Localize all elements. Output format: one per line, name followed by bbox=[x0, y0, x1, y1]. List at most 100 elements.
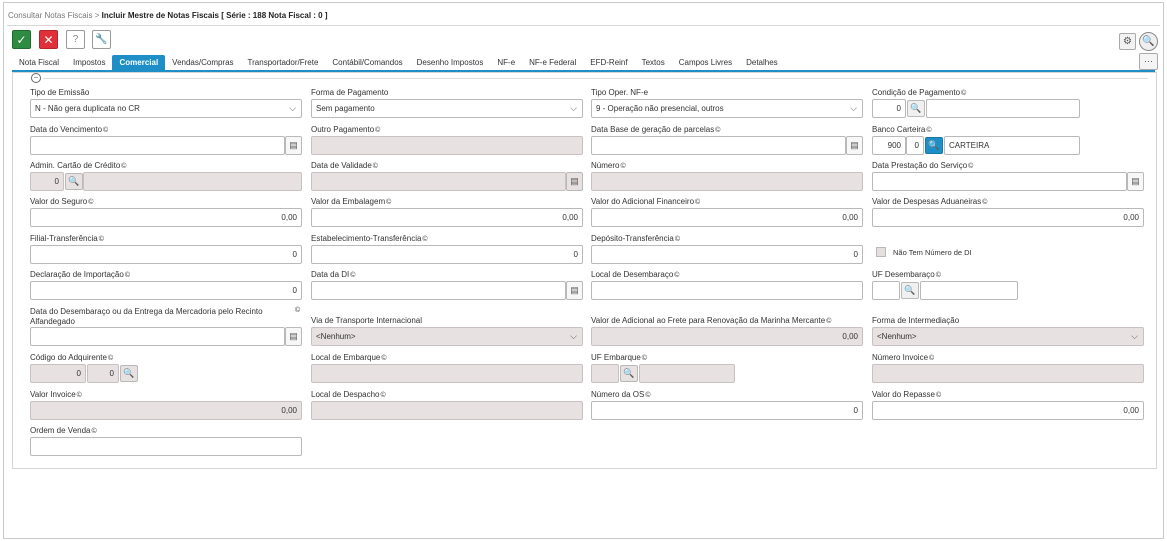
tab-desenho-impostos[interactable]: Desenho Impostos bbox=[410, 55, 491, 70]
confirm-button[interactable]: ✓ bbox=[12, 30, 31, 49]
more-options-button[interactable]: ⋯ bbox=[1139, 53, 1158, 70]
copy-icon[interactable]: © bbox=[926, 127, 931, 134]
condicao-pagamento-search-button[interactable]: 🔍 bbox=[907, 100, 925, 117]
copy-icon[interactable]: © bbox=[936, 392, 941, 399]
copy-icon[interactable]: © bbox=[929, 355, 934, 362]
banco-carteira-search-button[interactable]: 🔍 bbox=[925, 137, 943, 154]
calendar-icon[interactable]: ▤ bbox=[285, 327, 302, 346]
copy-icon[interactable]: © bbox=[121, 163, 126, 170]
wrench-icon: 🔧 bbox=[95, 34, 108, 45]
filial-transf-input[interactable]: 0 bbox=[30, 245, 302, 264]
calendar-icon[interactable]: ▤ bbox=[1127, 172, 1144, 191]
copy-icon[interactable]: © bbox=[422, 236, 427, 243]
copy-icon[interactable]: © bbox=[936, 272, 941, 279]
banco-carteira-bank[interactable]: 900 bbox=[872, 136, 906, 155]
valor-desp-aduaneiras-input[interactable]: 0,00 bbox=[872, 208, 1144, 227]
copy-icon[interactable]: © bbox=[91, 428, 96, 435]
local-desembaraco-input[interactable] bbox=[591, 281, 863, 300]
estab-transf-input[interactable]: 0 bbox=[311, 245, 583, 264]
settings-button[interactable]: ⚙ bbox=[1119, 33, 1136, 50]
copy-icon[interactable]: © bbox=[715, 127, 720, 134]
tab-efd-reinf[interactable]: EFD-Reinf bbox=[583, 55, 634, 70]
copy-icon[interactable]: © bbox=[961, 90, 966, 97]
tab-textos[interactable]: Textos bbox=[635, 55, 672, 70]
tab-vendas-compras[interactable]: Vendas/Compras bbox=[165, 55, 240, 70]
condicao-pagamento-code[interactable]: 0 bbox=[872, 99, 906, 118]
data-base-input[interactable] bbox=[591, 136, 846, 155]
tab-nf-e-federal[interactable]: NF-e Federal bbox=[522, 55, 583, 70]
codigo-adquirente-search-button[interactable]: 🔍 bbox=[120, 365, 138, 382]
uf-desembaraco-desc[interactable] bbox=[920, 281, 1018, 300]
calendar-icon[interactable]: ▤ bbox=[846, 136, 863, 155]
data-prestacao-input[interactable] bbox=[872, 172, 1127, 191]
uf-desembaraco-search-button[interactable]: 🔍 bbox=[901, 282, 919, 299]
tipo-emissao-select[interactable]: N - Não gera duplicata no CR ⌵ bbox=[30, 99, 302, 118]
copy-icon[interactable]: © bbox=[381, 355, 386, 362]
breadcrumb-current: Incluir Mestre de Notas Fiscais [ Série … bbox=[101, 11, 328, 20]
admin-cartao-label: Admin. Cartão de Crédito© bbox=[30, 161, 127, 170]
copy-icon[interactable]: © bbox=[386, 199, 391, 206]
data-vencimento-input[interactable] bbox=[30, 136, 285, 155]
valor-adicional-fin-input[interactable]: 0,00 bbox=[591, 208, 863, 227]
ordem-venda-input[interactable] bbox=[30, 437, 302, 456]
tab-campos-livres[interactable]: Campos Livres bbox=[672, 55, 739, 70]
numero-os-input[interactable]: 0 bbox=[591, 401, 863, 420]
gear-icon: ⚙ bbox=[1123, 36, 1132, 47]
copy-icon[interactable]: © bbox=[375, 127, 380, 134]
global-search-button[interactable]: 🔍 bbox=[1139, 32, 1158, 51]
copy-icon[interactable]: © bbox=[675, 236, 680, 243]
tools-button[interactable]: 🔧 bbox=[92, 30, 111, 49]
copy-icon[interactable]: © bbox=[982, 199, 987, 206]
copy-icon[interactable]: © bbox=[77, 392, 82, 399]
data-desembaraco-input[interactable] bbox=[30, 327, 285, 346]
calendar-icon[interactable]: ▤ bbox=[285, 136, 302, 155]
banco-carteira-desc[interactable]: CARTEIRA bbox=[944, 136, 1080, 155]
copy-icon[interactable]: © bbox=[373, 163, 378, 170]
tab-contabil-comandos[interactable]: Contábil/Comandos bbox=[325, 55, 409, 70]
help-button[interactable]: ? bbox=[66, 30, 85, 49]
copy-icon[interactable]: © bbox=[674, 272, 679, 279]
copy-icon[interactable]: © bbox=[99, 236, 104, 243]
copy-icon[interactable]: © bbox=[645, 392, 650, 399]
condicao-pagamento-desc[interactable] bbox=[926, 99, 1080, 118]
tab-transportador-frete[interactable]: Transportador/Frete bbox=[241, 55, 326, 70]
copy-icon[interactable]: © bbox=[295, 307, 300, 314]
tipo-oper-select[interactable]: 9 - Operação não presencial, outros ⌵ bbox=[591, 99, 863, 118]
deposito-transf-input[interactable]: 0 bbox=[591, 245, 863, 264]
copy-icon[interactable]: © bbox=[826, 318, 831, 325]
copy-icon[interactable]: © bbox=[88, 199, 93, 206]
copy-icon[interactable]: © bbox=[103, 127, 108, 134]
copy-icon[interactable]: © bbox=[381, 392, 386, 399]
banco-carteira-code[interactable]: 0 bbox=[906, 136, 924, 155]
tab-nf-e[interactable]: NF-e bbox=[490, 55, 522, 70]
uf-desembaraco-code[interactable] bbox=[872, 281, 900, 300]
copy-icon[interactable]: © bbox=[695, 199, 700, 206]
valor-seguro-input[interactable]: 0,00 bbox=[30, 208, 302, 227]
tab-detalhes[interactable]: Detalhes bbox=[739, 55, 785, 70]
cancel-button[interactable]: ✕ bbox=[39, 30, 58, 49]
collapse-icon[interactable]: − bbox=[31, 73, 41, 83]
copy-icon[interactable]: © bbox=[642, 355, 647, 362]
valor-repasse-input[interactable]: 0,00 bbox=[872, 401, 1144, 420]
forma-intermediacao-value: <Nenhum> bbox=[877, 332, 917, 341]
copy-icon[interactable]: © bbox=[350, 272, 355, 279]
search-icon: 🔍 bbox=[910, 103, 922, 113]
copy-icon[interactable]: © bbox=[108, 355, 113, 362]
decl-importacao-input[interactable]: 0 bbox=[30, 281, 302, 300]
calendar-icon[interactable]: ▤ bbox=[566, 281, 583, 300]
forma-pagamento-select[interactable]: Sem pagamento ⌵ bbox=[311, 99, 583, 118]
local-desembaraco-label: Local de Desembaraço© bbox=[591, 270, 680, 279]
copy-icon[interactable]: © bbox=[125, 272, 130, 279]
tab-impostos[interactable]: Impostos bbox=[66, 55, 112, 70]
local-embarque-label: Local de Embarque© bbox=[311, 353, 387, 362]
valor-embalagem-input[interactable]: 0,00 bbox=[311, 208, 583, 227]
breadcrumb-parent[interactable]: Consultar Notas Fiscais bbox=[8, 11, 92, 20]
outro-pagamento-input bbox=[311, 136, 583, 155]
copy-icon[interactable]: © bbox=[620, 163, 625, 170]
tab-comercial[interactable]: Comercial bbox=[112, 55, 166, 70]
search-icon: 🔍 bbox=[623, 368, 635, 378]
copy-icon[interactable]: © bbox=[968, 163, 973, 170]
data-di-input[interactable] bbox=[311, 281, 566, 300]
tab-nota-fiscal[interactable]: Nota Fiscal bbox=[12, 55, 66, 70]
nao-tem-di-checkbox[interactable] bbox=[876, 247, 886, 257]
